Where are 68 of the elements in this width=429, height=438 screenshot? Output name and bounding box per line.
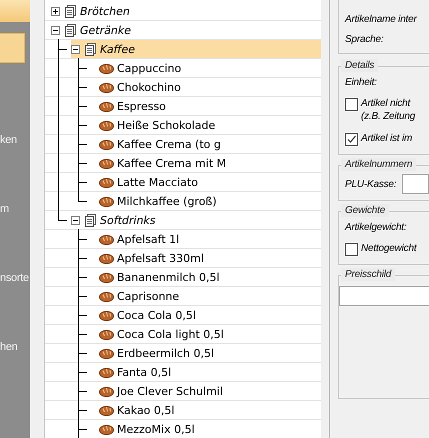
checkbox-note: (z.B. Zeitung [361,110,416,123]
tree-item-label[interactable]: Coca Cola 0,5l [117,308,196,322]
tree-item-label[interactable]: Caprisonne [117,290,180,302]
document-stack-icon [63,4,77,18]
tree-item-label[interactable]: Milchkaffee (groß) [117,194,217,208]
tree-item-label[interactable]: Joe Clever Schulmil [117,384,223,398]
group-title: Details [341,59,378,72]
collapse-icon[interactable] [71,216,80,224]
bread-icon [99,138,114,150]
tree-item-label[interactable]: Bananenmilch 0,5l [117,270,220,284]
document-stack-icon [63,23,77,37]
tree-item-label[interactable]: Apfelsaft 1l [117,232,180,246]
checkbox[interactable] [345,243,358,256]
bread-icon [99,404,114,416]
input-field[interactable] [402,174,429,194]
checkbox[interactable] [345,98,358,111]
tree-folder-label[interactable]: Kaffee [100,42,136,56]
document-stack-icon [83,213,97,227]
field-label: Artikelgewicht: [345,222,408,233]
tree-item-label[interactable]: Fanta 0,5l [117,366,172,378]
bread-icon [99,272,114,282]
tree-item-label[interactable]: Kakao 0,5l [117,404,174,416]
bread-icon [99,62,114,74]
checkbox[interactable] [345,133,358,146]
group-title: Gewichte [341,204,390,217]
field-label: PLU-Kasse: [345,178,396,190]
bread-icon [99,196,114,206]
tree-item-label[interactable]: Espresso [117,100,166,112]
checkbox-label: Nettogewicht [361,242,416,255]
field-label: Einheit: [345,77,378,88]
bread-icon [99,158,114,168]
tree-item-label[interactable]: MezzoMix 0,5l [117,422,195,436]
tree-item-label[interactable]: Kaffee Crema mit M [117,156,226,170]
bread-icon [99,366,114,378]
bread-icon [99,176,114,188]
tree-item-label[interactable]: Kaffee Crema (to g [117,138,221,150]
tree-item-label[interactable]: Chokochino [117,80,181,94]
checkbox-label: Artikel nicht [361,97,412,110]
collapse-icon[interactable] [71,44,80,54]
bread-icon [99,424,114,434]
bread-icon [99,290,114,302]
tree-item-label[interactable]: Apfelsaft 330ml [117,252,204,264]
tree-item-label[interactable]: Heiße Schokolade [117,118,216,132]
checkbox-label: Artikel ist im [361,132,412,145]
bread-icon [99,120,114,130]
field-label: Sprache: [345,34,384,45]
tree-item-label[interactable]: Latte Macciato [117,176,198,188]
bread-icon [99,252,114,264]
bread-icon [99,100,114,112]
input-field[interactable] [339,286,429,306]
document-stack-icon [83,42,97,56]
group-title: Artikelnummern [341,158,416,171]
expand-icon[interactable] [51,6,60,16]
tree-folder-label[interactable]: Getränke [80,24,131,36]
bread-icon [99,234,114,244]
tree-item-label[interactable]: Erdbeermilch 0,5l [117,346,214,360]
tree-item-label[interactable]: Coca Cola light 0,5l [117,328,224,340]
collapse-icon[interactable] [51,26,60,34]
bread-icon [99,328,114,340]
tree-folder-label[interactable]: Softdrinks [100,214,156,226]
bread-icon [99,82,114,92]
bread-icon [99,310,114,320]
tree-folder-label[interactable]: Brötchen [80,4,130,18]
bread-icon [99,348,114,358]
field-label: Artikelname inter [345,14,418,25]
tree-item-label[interactable]: Cappuccino [117,62,182,74]
bread-icon [99,386,114,396]
group-title: Preisschild [341,268,396,281]
